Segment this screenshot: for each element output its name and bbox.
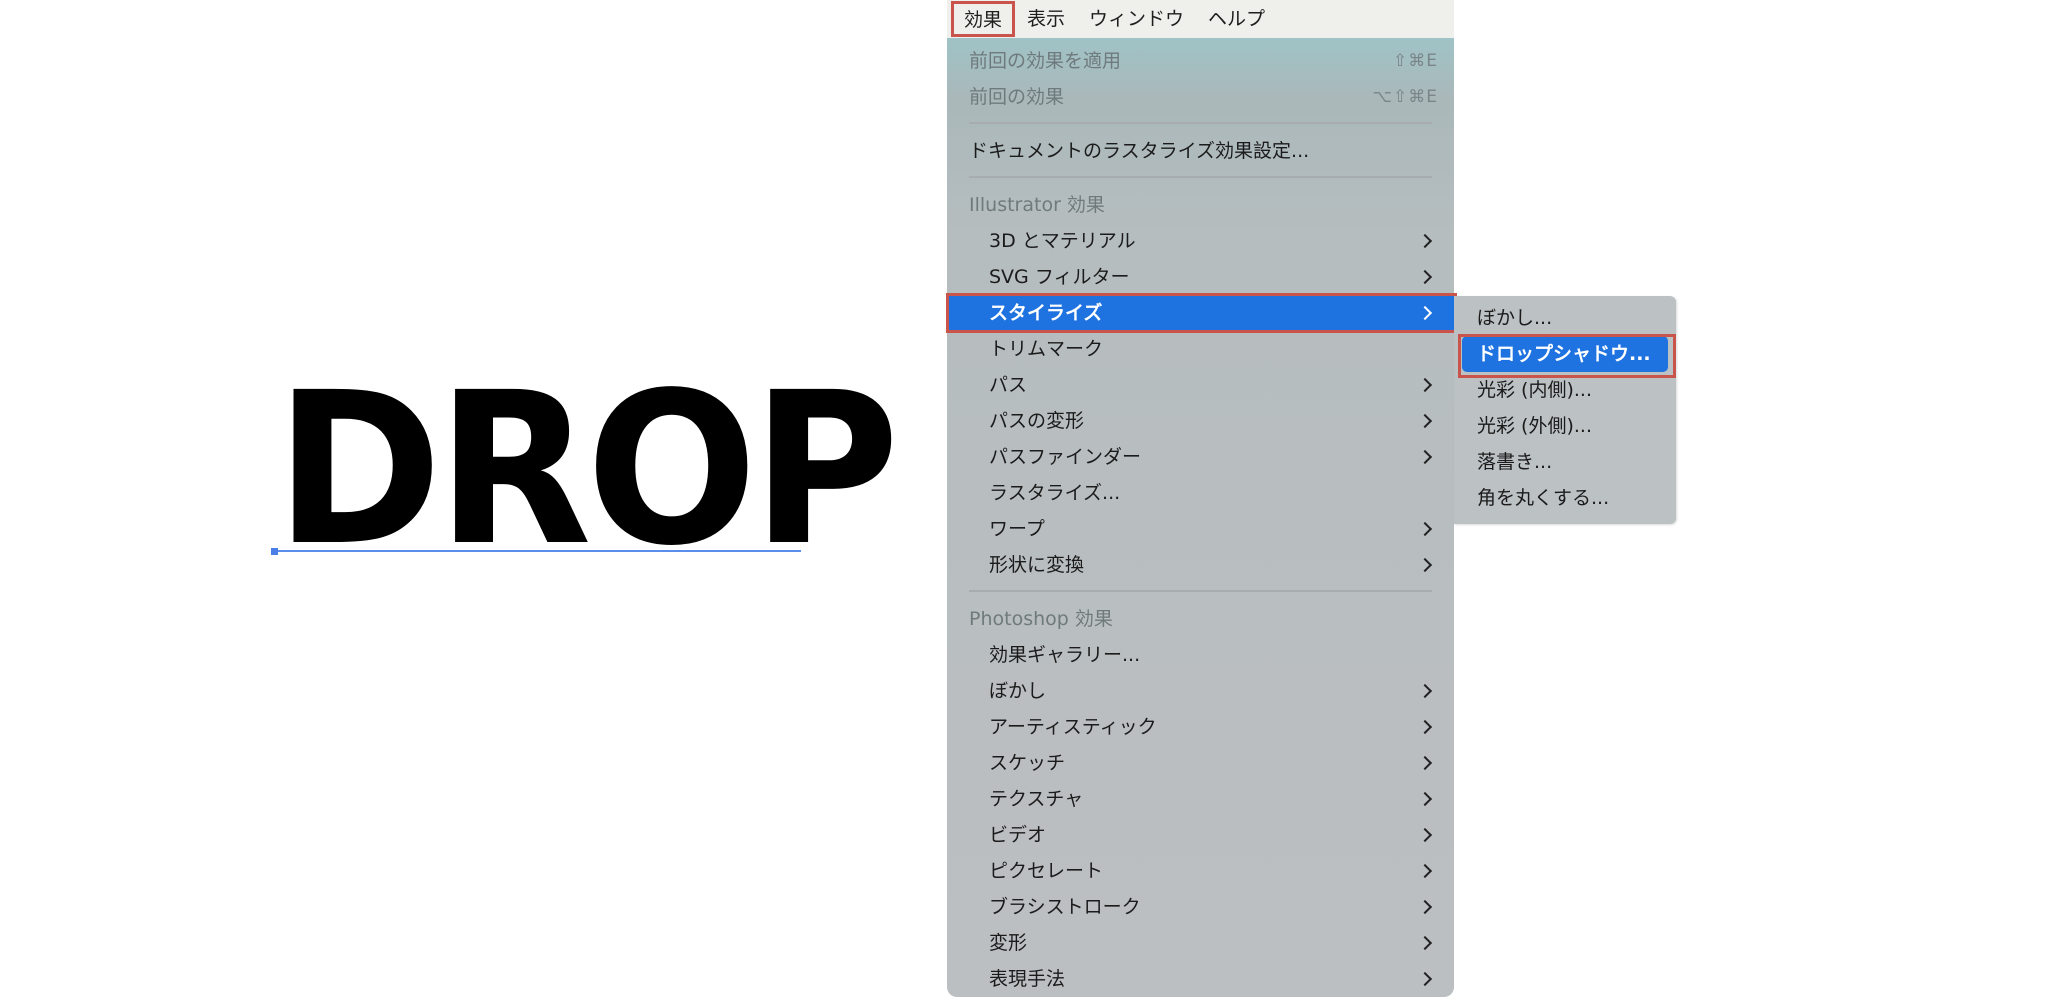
- menu-item-warp[interactable]: ワープ: [947, 511, 1454, 547]
- menu-item-distort[interactable]: 変形: [947, 925, 1454, 961]
- chevron-right-icon: [1418, 259, 1432, 295]
- menubar-effect[interactable]: 効果: [951, 1, 1016, 37]
- menu-item-label: ラスタライズ...: [989, 482, 1121, 504]
- submenu-item-label: 落書き...: [1477, 451, 1553, 473]
- menu-item-label: ピクセレート: [989, 860, 1104, 882]
- menu-item-distort-transform[interactable]: パスの変形: [947, 403, 1454, 439]
- menu-item-label: 形状に変換: [989, 554, 1085, 576]
- menu-item-label: テクスチャ: [989, 788, 1084, 810]
- text-baseline: [273, 550, 801, 552]
- shortcut-label: ⇧⌘E: [1393, 51, 1438, 71]
- submenu-item-label: 光彩 (外側)...: [1477, 415, 1592, 437]
- chevron-right-icon: [1418, 403, 1432, 439]
- chevron-right-icon: [1418, 295, 1432, 331]
- menu-item-label: ビデオ: [989, 824, 1047, 846]
- menu-separator: [969, 590, 1432, 592]
- text-anchor-point[interactable]: [271, 548, 278, 555]
- menu-item-label: ぼかし: [989, 680, 1047, 702]
- menu-item-video[interactable]: ビデオ: [947, 817, 1454, 853]
- menu-item-label: SVG フィルター: [989, 266, 1130, 288]
- menu-item-stylize-photoshop[interactable]: 表現手法: [947, 961, 1454, 997]
- menu-item-label: 前回の効果: [969, 86, 1065, 108]
- menu-item-label: トリムマーク: [989, 338, 1104, 360]
- menu-item-3d-material[interactable]: 3D とマテリアル: [947, 223, 1454, 259]
- menu-item-apply-last-effect[interactable]: 前回の効果を適用 ⇧⌘E: [947, 43, 1454, 79]
- chevron-right-icon: [1418, 925, 1432, 961]
- artwork-text[interactable]: DROP: [275, 365, 899, 575]
- menu-item-pixelate[interactable]: ピクセレート: [947, 853, 1454, 889]
- menu-item-label: 変形: [989, 932, 1028, 954]
- chevron-right-icon: [1418, 223, 1432, 259]
- menu-item-label: 表現手法: [989, 968, 1066, 990]
- menu-item-convert-to-shape[interactable]: 形状に変換: [947, 547, 1454, 583]
- menu-item-stylize[interactable]: スタイライズ: [947, 295, 1454, 331]
- menu-item-path[interactable]: パス: [947, 367, 1454, 403]
- menu-item-label: スタイライズ: [989, 302, 1103, 324]
- chevron-right-icon: [1418, 511, 1432, 547]
- chevron-right-icon: [1418, 853, 1432, 889]
- chevron-right-icon: [1418, 781, 1432, 817]
- menu-item-trim-marks[interactable]: トリムマーク: [947, 331, 1454, 367]
- submenu-item-scribble[interactable]: 落書き...: [1454, 444, 1676, 480]
- menu-item-svg-filter[interactable]: SVG フィルター: [947, 259, 1454, 295]
- menu-item-pathfinder[interactable]: パスファインダー: [947, 439, 1454, 475]
- submenu-item-outer-glow[interactable]: 光彩 (外側)...: [1454, 408, 1676, 444]
- menubar-view[interactable]: 表示: [1015, 0, 1077, 38]
- chevron-right-icon: [1418, 961, 1432, 997]
- menu-item-label: ワープ: [989, 518, 1045, 540]
- shortcut-label: ⌥⇧⌘E: [1372, 87, 1438, 107]
- menubar-window[interactable]: ウィンドウ: [1077, 0, 1196, 38]
- menu-item-label: 3D とマテリアル: [989, 230, 1136, 252]
- section-header-label: Photoshop 効果: [969, 608, 1113, 630]
- menubar-help[interactable]: ヘルプ: [1196, 0, 1277, 38]
- menu-item-rasterize[interactable]: ラスタライズ...: [947, 475, 1454, 511]
- submenu-item-round-corners[interactable]: 角を丸くする...: [1454, 480, 1676, 516]
- menu-item-label: アーティスティック: [989, 716, 1157, 738]
- menu-item-label: 効果ギャラリー...: [989, 644, 1141, 666]
- chevron-right-icon: [1418, 547, 1432, 583]
- highlight-frame-drop-shadow: [1458, 334, 1676, 378]
- chevron-right-icon: [1418, 709, 1432, 745]
- menu-item-label: ドキュメントのラスタライズ効果設定...: [969, 140, 1310, 162]
- chevron-right-icon: [1418, 673, 1432, 709]
- submenu-item-feather[interactable]: ぼかし...: [1454, 300, 1676, 336]
- menu-item-label: ブラシストローク: [989, 896, 1141, 918]
- submenu-item-label: ぼかし...: [1477, 307, 1553, 329]
- submenu-item-label: 角を丸くする...: [1477, 487, 1610, 509]
- menu-item-document-raster-settings[interactable]: ドキュメントのラスタライズ効果設定...: [947, 133, 1454, 169]
- menu-bar: 効果 表示 ウィンドウ ヘルプ: [947, 0, 1454, 38]
- menu-separator: [969, 176, 1432, 178]
- chevron-right-icon: [1418, 889, 1432, 925]
- menu-item-label: スケッチ: [989, 752, 1066, 774]
- chevron-right-icon: [1418, 745, 1432, 781]
- menu-separator: [969, 122, 1432, 124]
- chevron-right-icon: [1418, 439, 1432, 475]
- menu-item-brush-strokes[interactable]: ブラシストローク: [947, 889, 1454, 925]
- section-header-photoshop: Photoshop 効果: [947, 601, 1454, 637]
- menu-item-blur[interactable]: ぼかし: [947, 673, 1454, 709]
- menu-item-texture[interactable]: テクスチャ: [947, 781, 1454, 817]
- effect-menu: 前回の効果を適用 ⇧⌘E 前回の効果 ⌥⇧⌘E ドキュメントのラスタライズ効果設…: [946, 38, 1457, 997]
- menu-item-label: パスの変形: [989, 410, 1085, 432]
- section-header-illustrator: Illustrator 効果: [947, 187, 1454, 223]
- menu-item-label: 前回の効果を適用: [969, 50, 1122, 72]
- menu-item-effect-gallery[interactable]: 効果ギャラリー...: [947, 637, 1454, 673]
- section-header-label: Illustrator 効果: [969, 194, 1105, 216]
- stylize-submenu: ぼかし... ドロップシャドウ... 光彩 (内側)... 光彩 (外側)...…: [1454, 296, 1676, 524]
- menu-item-label: パスファインダー: [989, 446, 1142, 468]
- chevron-right-icon: [1418, 367, 1432, 403]
- menu-item-artistic[interactable]: アーティスティック: [947, 709, 1454, 745]
- menu-item-sketch[interactable]: スケッチ: [947, 745, 1454, 781]
- menu-item-label: パス: [989, 374, 1028, 396]
- menu-item-last-effect[interactable]: 前回の効果 ⌥⇧⌘E: [947, 79, 1454, 115]
- chevron-right-icon: [1418, 817, 1432, 853]
